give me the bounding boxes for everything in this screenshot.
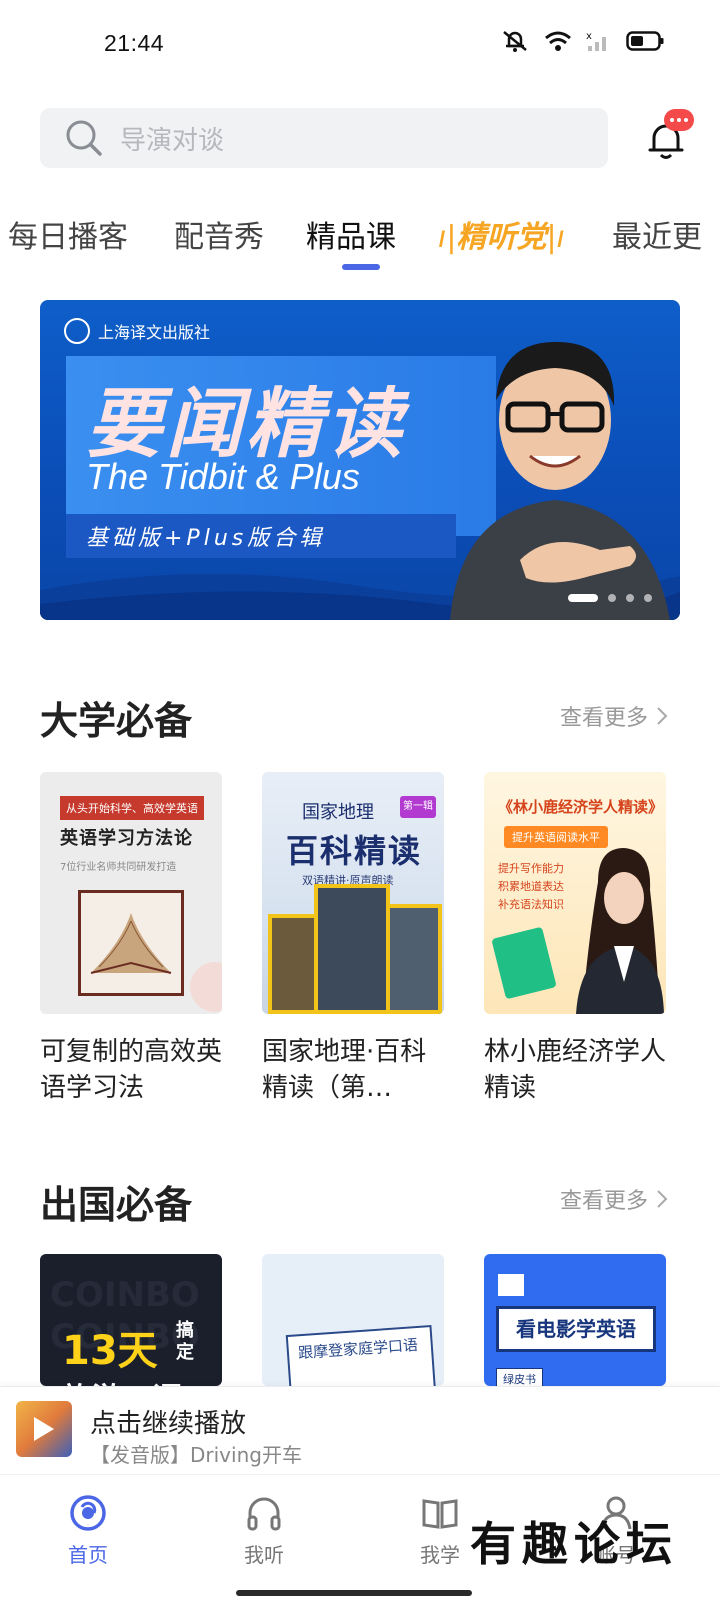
home-indicator[interactable]	[236, 1590, 472, 1596]
nav-listen[interactable]: 我听	[204, 1493, 324, 1568]
status-time: 21:44	[104, 30, 165, 56]
chevron-right-icon	[657, 707, 668, 725]
course-card[interactable]: 跟摩登家庭学口语	[262, 1254, 444, 1386]
tab-daily-podcast[interactable]: 每日播客	[8, 212, 128, 256]
course-cover: 从头开始科学、高效学英语 英语学习方法论 7位行业名师共同研发打造	[40, 772, 222, 1014]
magazine-image	[314, 884, 390, 1014]
magazine-image	[386, 904, 442, 1014]
cover-tag: 绿皮书	[496, 1368, 543, 1386]
tab-intensive-listening-label: 精听党	[456, 220, 547, 255]
instructor-photo	[576, 848, 664, 1014]
course-cover: 跟摩登家庭学口语	[262, 1254, 444, 1386]
play-icon	[34, 1417, 54, 1441]
promo-banner[interactable]: 上海译文出版社 要闻精读 The Tidbit & Plus 基础版+Plus版…	[40, 300, 680, 620]
cover-headline: 看电影学英语	[496, 1306, 656, 1352]
see-more-college[interactable]: 查看更多	[560, 700, 668, 732]
cover-low-text: 旅游口语	[62, 1374, 182, 1386]
mini-player-cover[interactable]	[16, 1401, 72, 1457]
course-cover: COINBOCOINBO 13天 搞定 旅游口语	[40, 1254, 222, 1386]
cover-tagline: 从头开始科学、高效学英语	[60, 796, 204, 820]
magazine-image	[268, 914, 318, 1014]
course-card[interactable]: 看电影学英语 绿皮书	[484, 1254, 666, 1386]
status-icons: x	[500, 28, 664, 58]
cover-top: 国家地理	[302, 802, 374, 823]
cover-headline: 《林小鹿经济学人精读》	[498, 798, 664, 816]
see-more-label: 查看更多	[559, 1189, 648, 1214]
search-placeholder: 导演对谈	[120, 125, 225, 156]
tab-intensive-listening[interactable]: ı|精听党|ı	[438, 212, 565, 256]
cover-side-text: 搞定	[176, 1320, 194, 1363]
cover-decoration	[190, 962, 222, 1012]
course-cover: 看电影学英语 绿皮书	[484, 1254, 666, 1386]
cover-big-text: 13天	[62, 1328, 158, 1374]
search-icon	[66, 120, 102, 156]
status-bar: 21:44 x	[0, 0, 720, 90]
nav-home[interactable]: 首页	[28, 1493, 148, 1568]
banner-dot-active	[568, 594, 598, 602]
course-card[interactable]: 从头开始科学、高效学英语 英语学习方法论 7位行业名师共同研发打造 可复制的高效…	[40, 772, 222, 1106]
headphones-icon	[247, 1497, 281, 1531]
clapperboard-icon	[498, 1274, 524, 1296]
course-title: 可复制的高效英语学习法	[40, 1037, 223, 1103]
cellular-signal-icon: x	[586, 30, 612, 56]
banner-pagination	[568, 594, 652, 602]
book-icon	[422, 1499, 458, 1529]
cover-point: 提升写作能力	[498, 862, 564, 875]
publisher-logo-icon	[64, 318, 90, 344]
search-input[interactable]: 导演对谈	[40, 108, 608, 168]
cover-headline: 英语学习方法论	[60, 828, 193, 849]
mini-player-title: 点击继续播放	[90, 1409, 247, 1439]
course-cover: 国家地理 第一辑 百科精读 双语精讲·原声朗读	[262, 772, 444, 1014]
tab-dubbing-show[interactable]: 配音秀	[174, 212, 264, 256]
active-tab-indicator	[342, 264, 380, 270]
see-more-abroad[interactable]: 查看更多	[560, 1183, 668, 1215]
see-more-label: 查看更多	[559, 706, 648, 731]
mini-player[interactable]: 点击继续播放 【发音版】Driving开车	[0, 1386, 720, 1474]
nav-listen-label: 我听	[244, 1543, 284, 1567]
battery-icon	[626, 30, 664, 56]
banner-publisher: 上海译文出版社	[64, 318, 210, 344]
section-title-college: 大学必备	[40, 699, 193, 743]
chevron-right-icon	[657, 1190, 668, 1208]
cover-point: 积累地道表达	[498, 880, 564, 893]
course-card[interactable]: 《林小鹿经济学人精读》 提升英语阅读水平 提升写作能力 积累地道表达 补充语法知…	[484, 772, 666, 1106]
course-card[interactable]: COINBOCOINBO 13天 搞定 旅游口语	[40, 1254, 222, 1386]
home-icon	[70, 1495, 106, 1531]
notification-badge	[664, 109, 694, 131]
course-title: 国家地理·百科精读（第…	[262, 1037, 427, 1103]
mute-bell-icon	[500, 28, 530, 58]
watermark: 有趣论坛	[470, 1517, 678, 1571]
green-book-image	[491, 926, 557, 1000]
cover-point: 补充语法知识	[498, 898, 564, 911]
banner-dot	[626, 594, 634, 602]
tab-recent-updates[interactable]: 最近更	[612, 212, 702, 256]
mini-player-subtitle: 【发音版】Driving开车	[90, 1443, 302, 1467]
banner-dot	[644, 594, 652, 602]
section-title-abroad: 出国必备	[40, 1183, 193, 1227]
banner-title-en: The Tidbit & Plus	[86, 456, 360, 497]
banner-subtitle: 基础版+Plus版合辑	[86, 526, 326, 551]
course-cover: 《林小鹿经济学人精读》 提升英语阅读水平 提升写作能力 积累地道表达 补充语法知…	[484, 772, 666, 1014]
category-tabs: 每日播客 配音秀 精品课 ı|精听党|ı 最近更	[0, 212, 720, 272]
cover-headline: 百科精读	[286, 832, 423, 870]
open-book-image	[78, 890, 184, 996]
nav-home-label: 首页	[68, 1543, 108, 1567]
cover-badge: 第一辑	[400, 796, 436, 818]
tab-premium-course[interactable]: 精品课	[306, 212, 396, 256]
course-title: 林小鹿经济学人精读	[484, 1037, 667, 1103]
cover-sub: 7位行业名师共同研发打造	[60, 862, 177, 873]
banner-dot	[608, 594, 616, 602]
banner-publisher-name: 上海译文出版社	[98, 323, 211, 342]
svg-text:x: x	[586, 31, 592, 42]
wifi-icon	[544, 30, 572, 56]
presenter-photo	[450, 341, 670, 620]
course-card[interactable]: 国家地理 第一辑 百科精读 双语精讲·原声朗读 国家地理·百科精读（第…	[262, 772, 444, 1106]
